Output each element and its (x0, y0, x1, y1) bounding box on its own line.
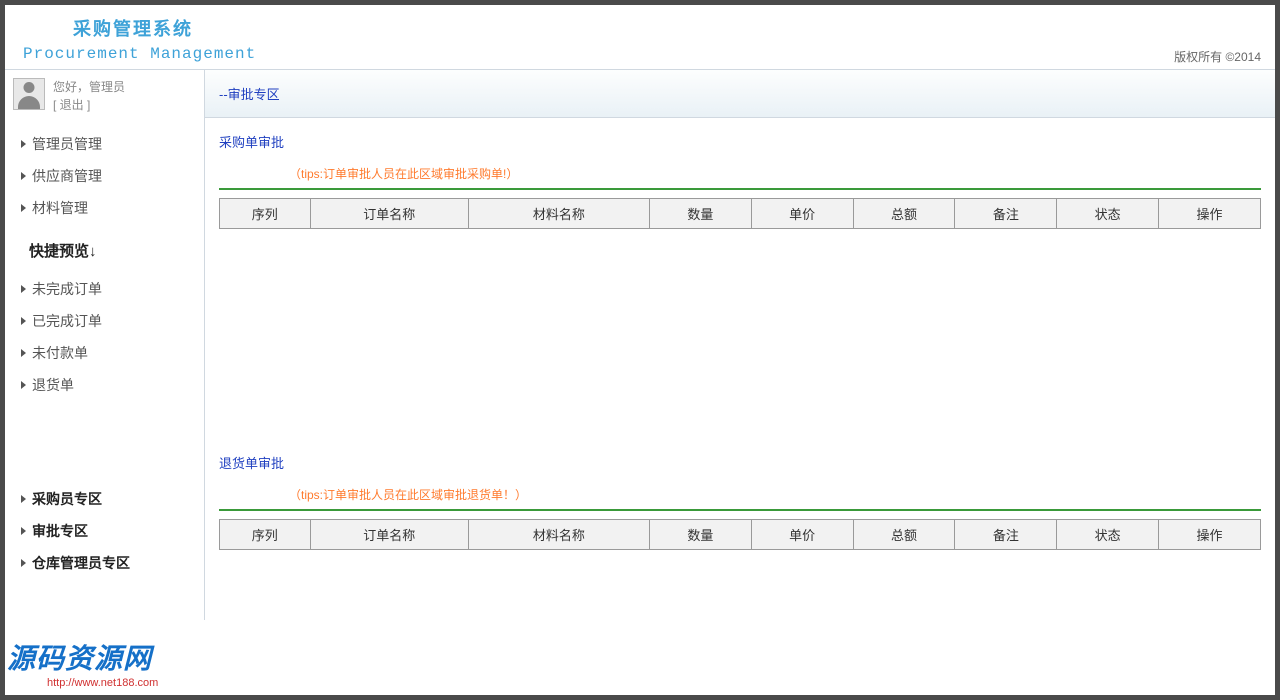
logout-link[interactable]: [ 退出 ] (53, 96, 125, 114)
nav-group-quick: 未完成订单已完成订单未付款单退货单 (5, 267, 204, 407)
table-header: 备注 (955, 199, 1057, 229)
table-header: 单价 (751, 199, 853, 229)
sidebar-item[interactable]: 审批专区 (21, 515, 204, 547)
sidebar-item-label: 未付款单 (32, 343, 88, 363)
section-title: 退货单审批 (219, 453, 1261, 472)
table-header: 状态 (1057, 199, 1159, 229)
caret-right-icon (21, 527, 26, 535)
table-header: 材料名称 (468, 520, 649, 550)
app-title: 采购管理系统 (23, 15, 1275, 41)
app-subtitle: Procurement Management (23, 45, 1275, 63)
nav-group-zones: 采购员专区审批专区仓库管理员专区 (5, 477, 204, 585)
table-header: 状态 (1057, 520, 1159, 550)
copyright: 版权所有 ©2014 (1174, 48, 1261, 65)
sidebar-item[interactable]: 采购员专区 (21, 483, 204, 515)
table-header: 材料名称 (468, 199, 649, 229)
caret-right-icon (21, 559, 26, 567)
main-panel: --审批专区 采购单审批 （tips:订单审批人员在此区域审批采购单!） 序列订… (205, 70, 1275, 620)
sidebar-item-label: 材料管理 (32, 198, 88, 218)
table-header: 备注 (955, 520, 1057, 550)
table-header: 数量 (649, 199, 751, 229)
avatar-icon (13, 78, 45, 110)
section-purchase-approval: 采购单审批 （tips:订单审批人员在此区域审批采购单!） 序列订单名称材料名称… (205, 118, 1275, 229)
table-header: 操作 (1159, 199, 1261, 229)
table-header: 订单名称 (310, 199, 468, 229)
sidebar-item[interactable]: 未完成订单 (21, 273, 204, 305)
sidebar-item[interactable]: 未付款单 (21, 337, 204, 369)
sidebar-item[interactable]: 已完成订单 (21, 305, 204, 337)
sidebar-item-label: 供应商管理 (32, 166, 102, 186)
section-title: 采购单审批 (219, 132, 1261, 151)
table-header: 订单名称 (310, 520, 468, 550)
sidebar-item[interactable]: 仓库管理员专区 (21, 547, 204, 579)
table-header: 操作 (1159, 520, 1261, 550)
caret-right-icon (21, 285, 26, 293)
sidebar-item-label: 退货单 (32, 375, 74, 395)
user-box: 您好，管理员 [ 退出 ] (5, 70, 204, 122)
sidebar-item-label: 管理员管理 (32, 134, 102, 154)
sidebar-item[interactable]: 退货单 (21, 369, 204, 401)
app-header: 采购管理系统 Procurement Management 版权所有 ©2014 (5, 5, 1275, 70)
section-hint: （tips:订单审批人员在此区域审批退货单！） (219, 486, 1261, 503)
table-header: 序列 (220, 199, 311, 229)
quick-preview-label: 快捷预览↓ (5, 230, 204, 267)
sidebar: 您好，管理员 [ 退出 ] 管理员管理供应商管理材料管理 快捷预览↓ 未完成订单… (5, 70, 205, 620)
caret-right-icon (21, 349, 26, 357)
caret-right-icon (21, 140, 26, 148)
sidebar-item-label: 采购员专区 (32, 489, 102, 509)
caret-right-icon (21, 317, 26, 325)
table-header: 序列 (220, 520, 311, 550)
section-return-approval: 退货单审批 （tips:订单审批人员在此区域审批退货单！） 序列订单名称材料名称… (205, 439, 1275, 550)
table-header: 数量 (649, 520, 751, 550)
watermark-url: http://www.net188.com (7, 677, 158, 689)
sidebar-item[interactable]: 材料管理 (21, 192, 204, 224)
caret-right-icon (21, 204, 26, 212)
sidebar-item-label: 未完成订单 (32, 279, 102, 299)
purchase-approval-table: 序列订单名称材料名称数量单价总额备注状态操作 (219, 198, 1261, 229)
table-header: 总额 (853, 199, 955, 229)
sidebar-item[interactable]: 供应商管理 (21, 160, 204, 192)
sidebar-item-label: 仓库管理员专区 (32, 553, 130, 573)
table-header: 总额 (853, 520, 955, 550)
panel-title: --审批专区 (205, 70, 1275, 118)
table-header: 单价 (751, 520, 853, 550)
caret-right-icon (21, 495, 26, 503)
caret-right-icon (21, 172, 26, 180)
sidebar-item-label: 已完成订单 (32, 311, 102, 331)
watermark-text: 源码资源网 (7, 637, 158, 677)
section-hint: （tips:订单审批人员在此区域审批采购单!） (219, 165, 1261, 182)
user-greeting: 您好，管理员 (53, 78, 125, 96)
sidebar-item[interactable]: 管理员管理 (21, 128, 204, 160)
watermark: 源码资源网 http://www.net188.com (7, 637, 158, 689)
sidebar-item-label: 审批专区 (32, 521, 88, 541)
nav-group-admin: 管理员管理供应商管理材料管理 (5, 122, 204, 230)
return-approval-table: 序列订单名称材料名称数量单价总额备注状态操作 (219, 519, 1261, 550)
caret-right-icon (21, 381, 26, 389)
